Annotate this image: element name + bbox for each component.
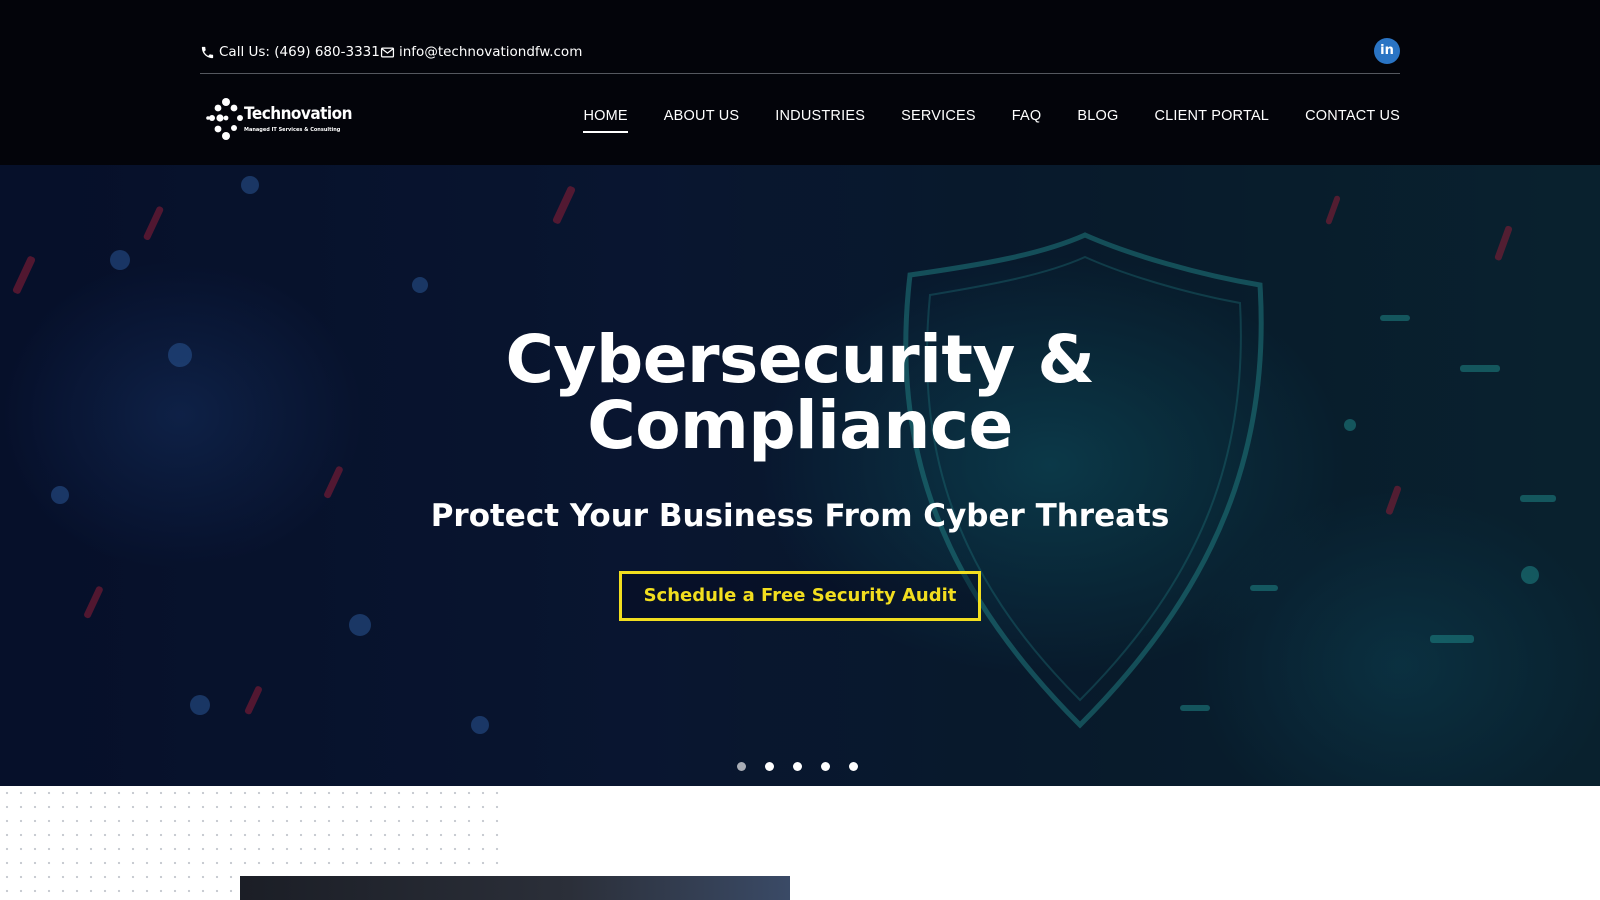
slider-dot-4[interactable] bbox=[821, 762, 830, 771]
top-contact-bar: Call Us: (469) 680-3331 info@technovatio… bbox=[200, 36, 1400, 74]
phone-icon bbox=[201, 46, 214, 58]
nav-item-about-us[interactable]: ABOUT US bbox=[664, 108, 739, 133]
site-logo[interactable]: Technovation Managed IT Services & Consu… bbox=[206, 96, 352, 144]
nav-item-client-portal[interactable]: CLIENT PORTAL bbox=[1154, 108, 1269, 133]
logo-wordmark: Technovation bbox=[244, 104, 352, 124]
hero-background-image bbox=[0, 165, 1600, 786]
hero-title-line-2: Compliance bbox=[587, 387, 1013, 464]
main-nav: HOME ABOUT US INDUSTRIES SERVICES FAQ BL… bbox=[547, 108, 1400, 133]
nav-item-home[interactable]: HOME bbox=[583, 108, 628, 133]
phone-label: Call Us: (469) 680-3331 bbox=[219, 44, 380, 60]
section-image bbox=[240, 876, 790, 900]
nav-item-services[interactable]: SERVICES bbox=[901, 108, 976, 133]
hero-title: Cybersecurity & Compliance bbox=[0, 327, 1600, 459]
email-contact[interactable]: info@technovationdfw.com bbox=[380, 44, 582, 60]
logo-tagline: Managed IT Services & Consulting bbox=[244, 127, 341, 133]
slider-dot-1[interactable] bbox=[737, 762, 746, 771]
site-header: Call Us: (469) 680-3331 info@technovatio… bbox=[0, 0, 1600, 165]
slider-dot-5[interactable] bbox=[849, 762, 858, 771]
hero-title-line-1: Cybersecurity & bbox=[505, 321, 1095, 398]
content-section bbox=[0, 786, 1600, 900]
nav-item-blog[interactable]: BLOG bbox=[1077, 108, 1118, 133]
linkedin-icon[interactable]: in bbox=[1374, 38, 1400, 64]
nav-item-industries[interactable]: INDUSTRIES bbox=[775, 108, 865, 133]
schedule-audit-button[interactable]: Schedule a Free Security Audit bbox=[619, 571, 981, 621]
email-label: info@technovationdfw.com bbox=[399, 44, 583, 60]
slider-pagination bbox=[737, 762, 877, 771]
slider-dot-2[interactable] bbox=[765, 762, 774, 771]
logo-mark bbox=[206, 98, 243, 140]
nav-item-contact-us[interactable]: CONTACT US bbox=[1305, 108, 1400, 133]
slider-dot-3[interactable] bbox=[793, 762, 802, 771]
envelope-icon bbox=[380, 47, 395, 57]
nav-item-faq[interactable]: FAQ bbox=[1012, 108, 1042, 133]
hero-subtitle: Protect Your Business From Cyber Threats bbox=[430, 498, 1170, 534]
hero-slider: Cybersecurity & Compliance Protect Your … bbox=[0, 165, 1600, 786]
phone-contact[interactable]: Call Us: (469) 680-3331 bbox=[200, 44, 380, 60]
